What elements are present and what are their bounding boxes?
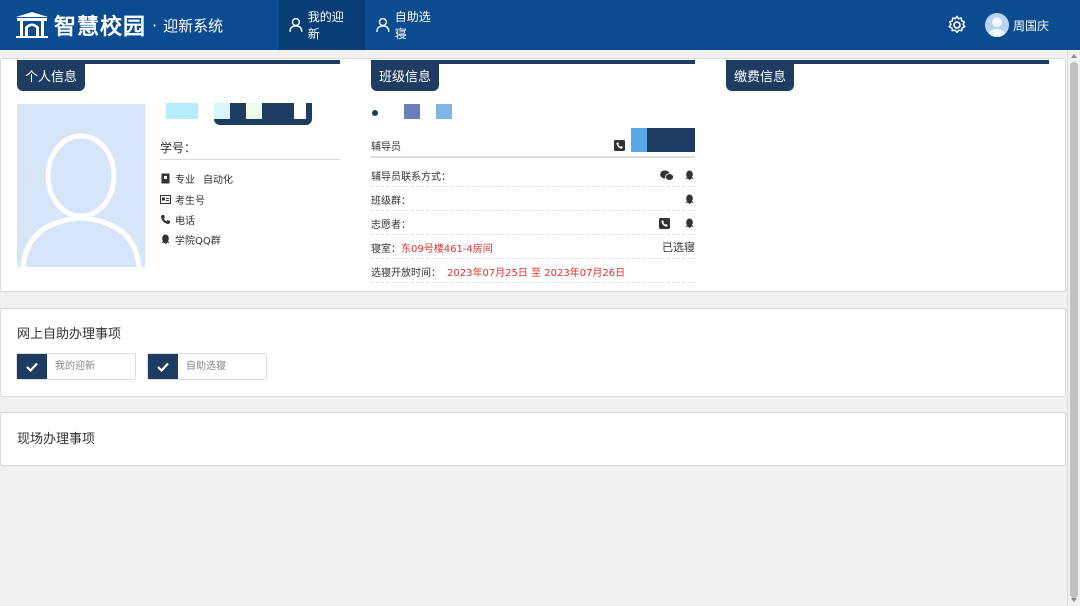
id-card-icon: [160, 195, 171, 204]
nav-dorm-select[interactable]: 自助选寝: [366, 0, 452, 50]
qq-icon[interactable]: [684, 218, 695, 229]
avatar-silhouette-icon: [988, 17, 1006, 37]
app-name: 智慧校园: [54, 15, 147, 40]
top-navbar: 智慧校园 · 迎新系统 我的迎新 自助选寝 周国庆: [0, 0, 1080, 50]
college-qq-label: 学院QQ群: [175, 236, 221, 247]
nav-dorm-select-label: 自助选寝: [394, 10, 431, 41]
phone-square-icon[interactable]: [659, 217, 670, 229]
qq-icon: [161, 234, 170, 244]
dorm-label: 寝室：: [371, 243, 401, 255]
user-avatar[interactable]: [985, 13, 1009, 37]
bullet-dot: [372, 110, 378, 116]
scrollbar-thumb[interactable]: [1070, 62, 1078, 598]
campus-gate-icon: [16, 12, 48, 38]
nav-my-welcome-label: 我的迎新: [307, 10, 344, 41]
payment-info-tab: 缴费信息: [726, 64, 795, 91]
person-placeholder-icon: [20, 133, 142, 267]
redacted-block: [214, 103, 230, 119]
redacted-block: [294, 103, 306, 119]
task-my-welcome[interactable]: 我的迎新: [16, 353, 136, 380]
page-scrollbar[interactable]: [1067, 50, 1080, 606]
title-separator: ·: [152, 15, 158, 35]
user-name[interactable]: 周国庆: [1013, 17, 1049, 34]
major-value: 自动化: [203, 175, 233, 186]
scroll-up-arrow-icon[interactable]: [1071, 54, 1077, 58]
id-badge-icon: [161, 173, 170, 184]
volunteer-row: 志愿者：: [371, 212, 695, 235]
user-outline-icon: [376, 17, 390, 32]
app-logo[interactable]: 智慧校园 · 迎新系统: [14, 8, 223, 42]
wechat-icon[interactable]: [660, 170, 674, 181]
qq-icon[interactable]: [684, 170, 695, 181]
dorm-status: 已选寝: [662, 241, 695, 254]
task-dorm-select-label: 自助选寝: [186, 361, 226, 372]
gear-icon[interactable]: [946, 14, 968, 36]
counselor-label: 辅导员: [371, 142, 401, 153]
phone-label: 电话: [175, 216, 195, 227]
checkmark-icon: [17, 354, 47, 379]
select-time-label: 选寝开放时间：: [371, 267, 441, 279]
dorm-row: 寝室： 东09号楼461-4房间 已选寝: [371, 236, 695, 259]
major-row: 专业 自动化: [160, 171, 233, 186]
task-dorm-select[interactable]: 自助选寝: [147, 353, 267, 380]
task-my-welcome-label: 我的迎新: [55, 361, 95, 372]
info-panel: 个人信息 班级信息 缴费信息 学号： 专业 自动化 考生号 电话 学院QQ群 辅…: [0, 58, 1066, 292]
class-group-row: 班级群：: [371, 188, 695, 211]
select-time-row: 选寝开放时间： 2023年07月25日 至 2023年07月26日: [371, 260, 695, 283]
exam-number-label: 考生号: [175, 196, 205, 207]
redacted-block: [631, 127, 647, 152]
class-group-label: 班级群：: [371, 195, 411, 207]
redacted-block: [246, 103, 262, 119]
volunteer-label: 志愿者：: [371, 219, 411, 231]
nav-my-welcome[interactable]: 我的迎新: [279, 0, 365, 50]
onsite-tasks-title: 现场办理事项: [17, 432, 96, 447]
counselor-contact-row: 辅导员联系方式：: [371, 164, 695, 187]
phone-square-icon[interactable]: [614, 140, 625, 151]
user-outline-icon: [289, 17, 303, 32]
student-photo: [17, 104, 145, 267]
redacted-block: [647, 127, 695, 152]
dorm-value: 东09号楼461-4房间: [401, 243, 493, 255]
redacted-block: [404, 104, 420, 119]
online-tasks-title: 网上自助办理事项: [17, 327, 122, 342]
redacted-block: [436, 104, 452, 119]
exam-number-row: 考生号: [160, 192, 205, 207]
student-number-label: 学号：: [160, 141, 197, 155]
scroll-down-arrow-icon[interactable]: [1071, 598, 1077, 602]
personal-info-tab: 个人信息: [17, 64, 86, 91]
class-info-tab: 班级信息: [371, 64, 440, 91]
major-label: 专业: [175, 175, 195, 186]
counselor-contact-label: 辅导员联系方式：: [371, 171, 451, 183]
onsite-tasks-card: 现场办理事项: [0, 412, 1066, 466]
phone-row: 电话: [160, 212, 195, 227]
system-name: 迎新系统: [163, 16, 224, 35]
qq-icon[interactable]: [684, 194, 695, 205]
redacted-block: [166, 103, 198, 119]
select-time-value: 2023年07月25日 至 2023年07月26日: [447, 267, 626, 279]
counselor-row: 辅导员: [371, 127, 695, 158]
online-tasks-card: 网上自助办理事项 我的迎新 自助选寝: [0, 308, 1066, 397]
college-qq-row: 学院QQ群: [160, 232, 221, 247]
divider: [160, 159, 340, 160]
checkmark-icon: [148, 354, 178, 379]
phone-icon: [161, 215, 170, 224]
